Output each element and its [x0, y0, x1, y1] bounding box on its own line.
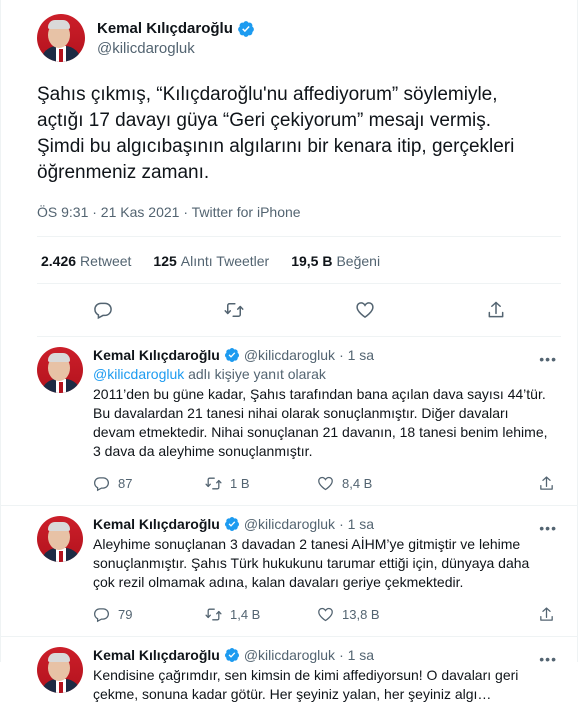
avatar[interactable] — [37, 347, 83, 393]
verified-badge-icon — [224, 347, 240, 363]
avatar[interactable] — [37, 647, 83, 693]
display-name[interactable]: Kemal Kılıçdaroğlu — [93, 516, 220, 532]
handle[interactable]: @kilicdarogluk — [97, 40, 255, 57]
timestamp[interactable]: · 1 sa — [339, 347, 374, 363]
main-tweet: Kemal Kılıçdaroğlu @kilicdarogluk Şahıs … — [1, 0, 577, 337]
more-icon[interactable]: ••• — [539, 351, 557, 367]
avatar[interactable] — [37, 14, 85, 62]
reply-tweet[interactable]: Kemal Kılıçdaroğlu @kilicdarogluk · 1 sa… — [1, 506, 577, 637]
reply-button[interactable]: 87 — [93, 475, 205, 492]
tweet-text: 2011’den bu güne kadar, Şahıs tarafından… — [93, 386, 548, 459]
handle[interactable]: @kilicdarogluk — [244, 347, 335, 363]
retweet-button[interactable]: 1 B — [205, 475, 317, 492]
replying-to-link[interactable]: @kilicdarogluk — [93, 366, 184, 382]
reply-button[interactable]: 79 — [93, 606, 205, 623]
like-icon — [317, 475, 334, 492]
tweet-actions: 79 1,4 B 13,8 B — [93, 592, 561, 636]
display-name[interactable]: Kemal Kılıçdaroğlu — [93, 647, 220, 663]
reply-tweet[interactable]: Kemal Kılıçdaroğlu @kilicdarogluk · 1 sa… — [1, 637, 577, 704]
more-icon[interactable]: ••• — [539, 520, 557, 536]
retweet-button[interactable]: 1,4 B — [205, 606, 317, 623]
tweet-text: Şahıs çıkmış, “Kılıçdaroğlu'nu affediyor… — [37, 84, 515, 183]
retweet-icon — [205, 475, 222, 492]
verified-badge-icon — [224, 647, 240, 663]
tweet-meta[interactable]: ÖS 9:31 · 21 Kas 2021 · Twitter for iPho… — [37, 204, 561, 237]
share-icon — [538, 475, 555, 492]
display-name[interactable]: Kemal Kılıçdaroğlu — [93, 347, 220, 363]
tweet-text: Aleyhime sonuçlanan 3 davadan 2 tanesi A… — [93, 536, 530, 590]
like-button[interactable]: 13,8 B — [317, 606, 429, 623]
likes-stat[interactable]: 19,5 B Beğeni — [291, 253, 380, 269]
verified-badge-icon — [237, 20, 255, 38]
reply-icon — [93, 606, 110, 623]
tweet-actions — [37, 284, 561, 337]
share-icon — [538, 606, 555, 623]
tweet-stats: 2.426 Retweet 125 Alıntı Tweetler 19,5 B Be… — [37, 237, 561, 284]
like-icon[interactable] — [355, 300, 375, 320]
retweet-icon — [205, 606, 222, 623]
share-icon[interactable] — [486, 300, 506, 320]
replying-to: @kilicdarogluk adlı kişiye yanıt olarak — [93, 366, 326, 382]
handle[interactable]: @kilicdarogluk — [244, 516, 335, 532]
avatar[interactable] — [37, 516, 83, 562]
verified-badge-icon — [224, 516, 240, 532]
share-button[interactable] — [538, 606, 555, 623]
reply-tweet[interactable]: Kemal Kılıçdaroğlu @kilicdarogluk · 1 sa… — [1, 337, 577, 506]
tweet-thread: Kemal Kılıçdaroğlu @kilicdarogluk Şahıs … — [0, 0, 578, 702]
display-name[interactable]: Kemal Kılıçdaroğlu — [97, 20, 233, 37]
share-button[interactable] — [538, 475, 555, 492]
handle[interactable]: @kilicdarogluk — [244, 647, 335, 663]
quotes-stat[interactable]: 125 Alıntı Tweetler — [153, 253, 269, 269]
timestamp[interactable]: · 1 sa — [339, 516, 374, 532]
retweets-stat[interactable]: 2.426 Retweet — [41, 253, 131, 269]
like-button[interactable]: 8,4 B — [317, 475, 429, 492]
retweet-icon[interactable] — [224, 300, 244, 320]
tweet-actions: 87 1 B 8,4 B — [93, 461, 561, 505]
timestamp[interactable]: · 1 sa — [339, 647, 374, 663]
reply-icon — [93, 475, 110, 492]
more-icon[interactable]: ••• — [539, 651, 557, 667]
like-icon — [317, 606, 334, 623]
tweet-header: Kemal Kılıçdaroğlu @kilicdarogluk — [37, 12, 561, 64]
reply-icon[interactable] — [93, 300, 113, 320]
author-info: Kemal Kılıçdaroğlu @kilicdarogluk — [97, 20, 255, 57]
tweet-text: Kendisine çağrımdır, sen kimsin de kimi … — [93, 667, 519, 702]
